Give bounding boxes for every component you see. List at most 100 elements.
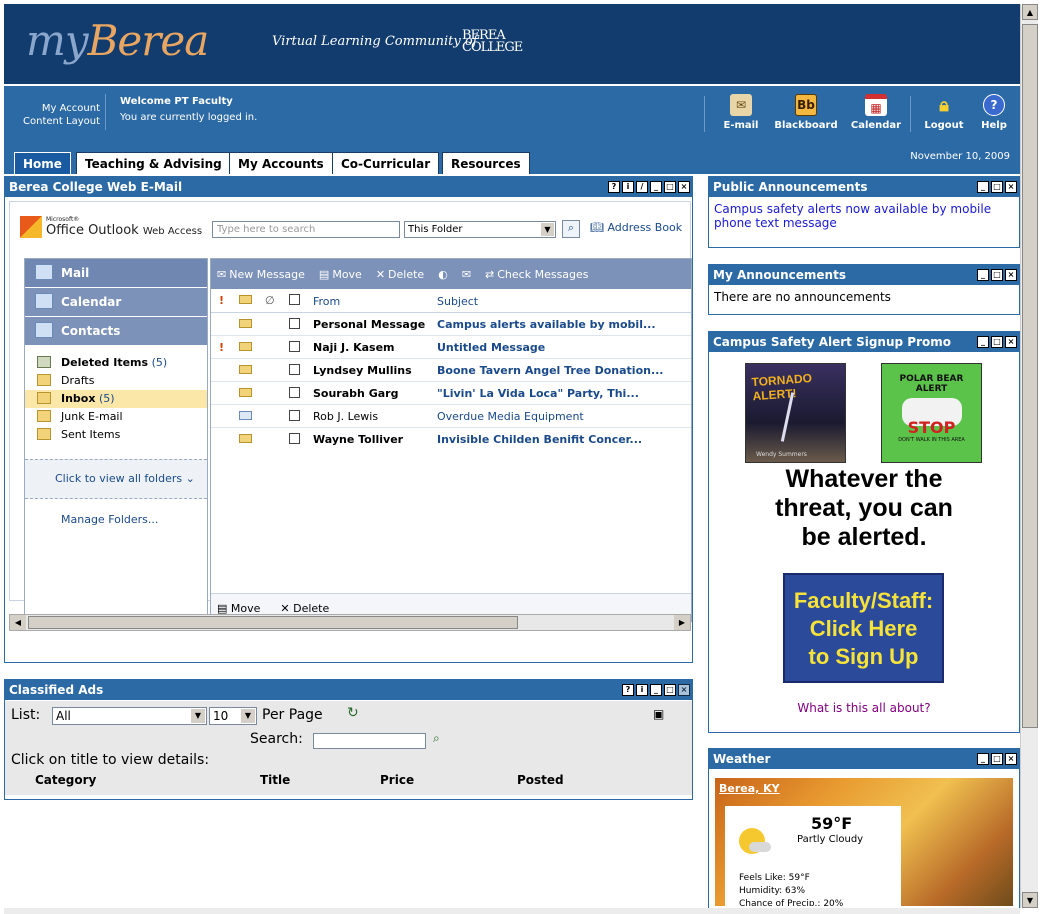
scroll-down-icon[interactable]: ▼ xyxy=(1022,892,1038,908)
minimize-icon[interactable]: _ xyxy=(650,684,662,696)
email-button[interactable]: ✉ E-mail xyxy=(709,94,773,131)
help-button[interactable]: ? Help xyxy=(962,94,1026,131)
close-icon[interactable]: × xyxy=(1005,753,1017,765)
scroll-thumb[interactable] xyxy=(28,616,518,629)
category-column[interactable]: Category xyxy=(35,773,96,787)
message-checkbox[interactable] xyxy=(289,387,300,398)
signup-button[interactable]: Faculty/Staff: Click Here to Sign Up xyxy=(783,573,944,683)
close-icon[interactable]: × xyxy=(678,684,690,696)
title-column[interactable]: Title xyxy=(260,773,290,787)
list-select[interactable]: All ▼ xyxy=(52,707,207,725)
maximize-icon[interactable]: □ xyxy=(664,181,676,193)
minimize-icon[interactable]: _ xyxy=(650,181,662,193)
info-icon[interactable]: i xyxy=(622,181,634,193)
message-row[interactable]: Lyndsey Mullins Boone Tavern Angel Tree … xyxy=(211,359,691,382)
maximize-icon[interactable]: □ xyxy=(664,684,676,696)
minimize-icon[interactable]: _ xyxy=(977,336,989,348)
announcement-link[interactable]: Campus safety alerts now available by mo… xyxy=(714,202,991,230)
content-layout-link[interactable]: Content Layout xyxy=(8,115,100,128)
message-checkbox[interactable] xyxy=(289,410,300,421)
tab-resources[interactable]: Resources xyxy=(442,152,530,174)
close-icon[interactable]: × xyxy=(1005,181,1017,193)
message-row[interactable]: Sourabh Garg "Livin' La Vida Loca" Party… xyxy=(211,382,691,405)
scroll-left-icon[interactable]: ◀ xyxy=(10,615,26,630)
check-messages-button[interactable]: ⇄ Check Messages xyxy=(485,268,589,281)
calendar-button[interactable]: ▦ Calendar xyxy=(844,94,908,131)
manage-folders-link[interactable]: Manage Folders... xyxy=(61,513,158,526)
per-page-select[interactable]: 10 ▼ xyxy=(209,707,257,725)
folder-drafts[interactable]: Drafts xyxy=(25,372,207,390)
horizontal-scrollbar[interactable]: ◀ ▶ xyxy=(9,614,691,631)
page-horizontal-scrollbar[interactable] xyxy=(4,908,1020,914)
reply-button[interactable]: ◐ xyxy=(438,268,448,281)
search-input[interactable]: Type here to search xyxy=(212,221,400,238)
scroll-thumb[interactable] xyxy=(1022,24,1038,728)
message-checkbox[interactable] xyxy=(289,364,300,375)
scroll-right-icon[interactable]: ▶ xyxy=(674,615,690,630)
folder-deleted-items[interactable]: Deleted Items (5) xyxy=(25,354,207,372)
message-checkbox[interactable] xyxy=(289,433,300,444)
close-icon[interactable]: × xyxy=(678,181,690,193)
tab-my-accounts[interactable]: My Accounts xyxy=(229,152,333,174)
my-account-link[interactable]: My Account xyxy=(8,102,100,115)
from-column-header[interactable]: From xyxy=(313,295,340,308)
address-book-link[interactable]: 📖︎ Address Book xyxy=(590,221,682,234)
delete-button[interactable]: ✕ Delete xyxy=(376,268,424,281)
search-go-icon[interactable]: ⌕ xyxy=(433,731,440,746)
tab-co-curricular[interactable]: Co-Curricular xyxy=(332,152,440,174)
new-message-button[interactable]: ✉ New Message xyxy=(217,268,305,281)
folder-sent[interactable]: Sent Items xyxy=(25,426,207,444)
classified-search-input[interactable] xyxy=(313,733,426,749)
folder-junk[interactable]: Junk E-mail xyxy=(25,408,207,426)
minimize-icon[interactable]: _ xyxy=(977,753,989,765)
nav-mail[interactable]: Mail xyxy=(25,259,207,288)
view-all-folders[interactable]: Click to view all folders ⌄ xyxy=(25,459,207,499)
search-button[interactable]: ⌕ xyxy=(562,220,580,238)
maximize-icon[interactable]: □ xyxy=(991,269,1003,281)
refresh-icon[interactable]: ↻ xyxy=(347,705,359,721)
help-icon[interactable]: ? xyxy=(622,684,634,696)
help-icon[interactable]: ? xyxy=(608,181,620,193)
close-icon[interactable]: × xyxy=(1005,336,1017,348)
tab-teaching-advising[interactable]: Teaching & Advising xyxy=(76,152,231,174)
message-row[interactable]: Wayne Tolliver Invisible Childen Benifit… xyxy=(211,428,691,451)
price-column[interactable]: Price xyxy=(380,773,414,787)
close-icon[interactable]: × xyxy=(1005,269,1017,281)
move-button[interactable]: ▤ Move xyxy=(319,268,362,281)
mybera-logo[interactable]: myBerea xyxy=(26,16,209,65)
what-is-this-link[interactable]: What is this all about? xyxy=(709,701,1019,715)
select-all-checkbox[interactable] xyxy=(289,294,300,305)
tab-home[interactable]: Home xyxy=(14,152,71,174)
chevron-down-icon[interactable]: ▼ xyxy=(241,709,255,723)
mail-button[interactable]: ✉ xyxy=(462,268,471,281)
blackboard-button[interactable]: Bb Blackboard xyxy=(774,94,838,131)
message-row[interactable]: Rob J. Lewis Overdue Media Equipment xyxy=(211,405,691,428)
envelope-icon[interactable] xyxy=(239,295,252,304)
minimize-icon[interactable]: _ xyxy=(977,181,989,193)
chevron-down-icon[interactable]: ▼ xyxy=(191,709,205,723)
subject-column-header[interactable]: Subject xyxy=(437,295,478,308)
scroll-up-icon[interactable]: ▲ xyxy=(1022,4,1038,20)
edit-icon[interactable]: / xyxy=(636,181,648,193)
info-icon[interactable]: i xyxy=(636,684,648,696)
message-checkbox[interactable] xyxy=(289,318,300,329)
nav-calendar[interactable]: Calendar xyxy=(25,288,207,317)
maximize-icon[interactable]: □ xyxy=(991,336,1003,348)
vertical-scrollbar[interactable]: ▲ ▼ xyxy=(1020,4,1038,908)
maximize-icon[interactable]: □ xyxy=(991,181,1003,193)
chevron-down-icon[interactable]: ▼ xyxy=(541,223,554,236)
message-row[interactable]: Personal Message Campus alerts available… xyxy=(211,313,691,336)
add-ad-icon[interactable]: ▣ xyxy=(653,707,664,721)
message-row[interactable]: ! Naji J. Kasem Untitled Message xyxy=(211,336,691,359)
importance-icon[interactable]: ! xyxy=(219,294,224,307)
maximize-icon[interactable]: □ xyxy=(991,753,1003,765)
weather-location-link[interactable]: Berea, KY xyxy=(719,782,780,795)
folder-scope-select[interactable]: This Folder ▼ xyxy=(404,221,556,238)
minimize-icon[interactable]: _ xyxy=(977,269,989,281)
message-checkbox[interactable] xyxy=(289,341,300,352)
nav-contacts[interactable]: Contacts xyxy=(25,317,207,346)
attachment-icon[interactable]: ∅ xyxy=(265,294,275,307)
posted-column[interactable]: Posted xyxy=(517,773,564,787)
my-announcements-portlet: My Announcements _ □ × There are no anno… xyxy=(708,264,1020,315)
folder-inbox[interactable]: Inbox (5) xyxy=(25,390,207,408)
